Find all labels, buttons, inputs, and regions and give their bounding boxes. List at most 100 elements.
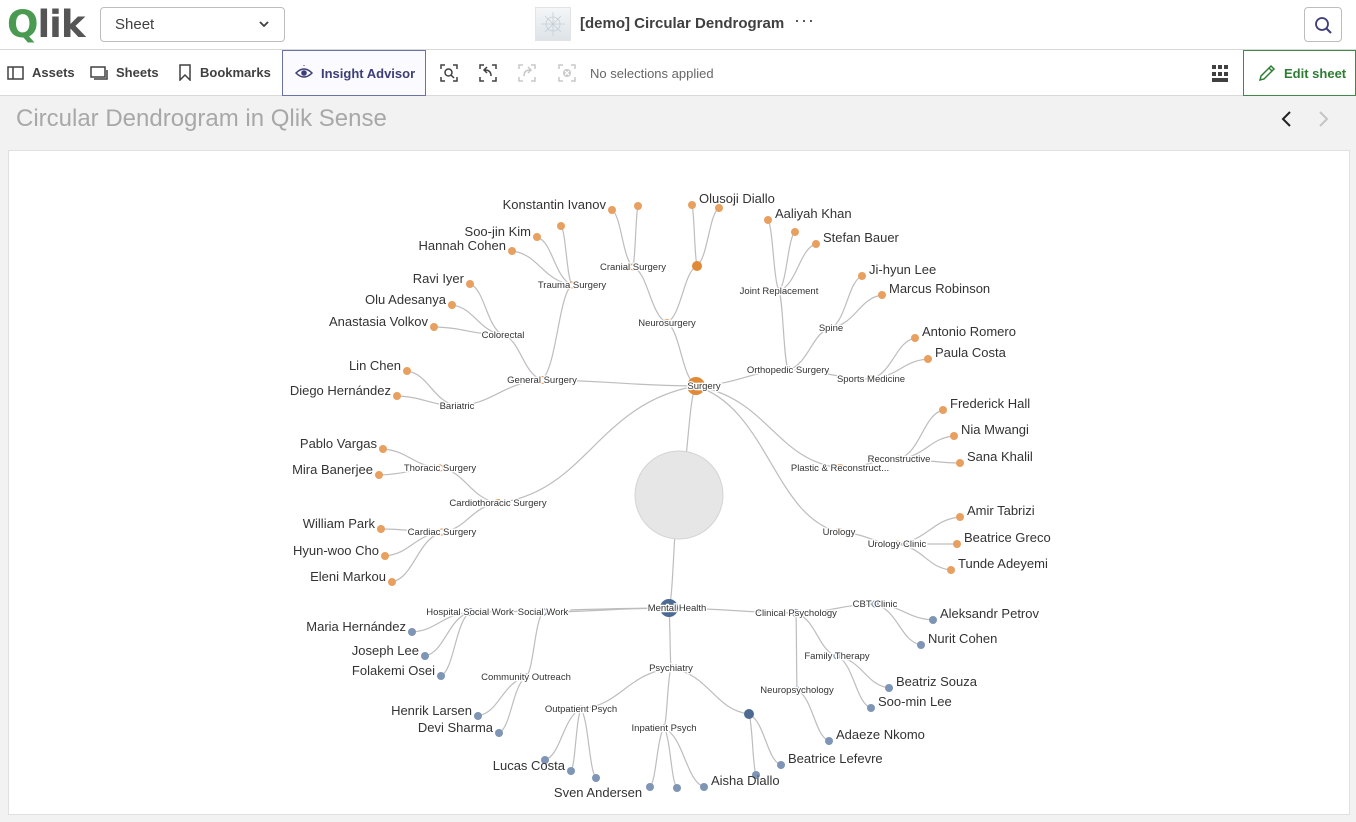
node-m9[interactable] bbox=[646, 783, 654, 791]
node-l22[interactable] bbox=[956, 459, 964, 467]
chevron-down-icon bbox=[259, 21, 269, 28]
category-label: Bariatric bbox=[440, 401, 475, 412]
category-label: Urology Clinic bbox=[868, 539, 927, 550]
category-label: Joint Replacement bbox=[740, 286, 819, 297]
dendrogram-link bbox=[541, 284, 573, 381]
node-m14[interactable] bbox=[929, 616, 937, 624]
node-l5[interactable] bbox=[557, 222, 565, 230]
dendrogram-link bbox=[695, 385, 841, 469]
dendrogram-link bbox=[544, 708, 582, 761]
node-l23[interactable] bbox=[956, 513, 964, 521]
dendrogram-link bbox=[498, 676, 527, 734]
node-l26[interactable] bbox=[379, 445, 387, 453]
node-m11[interactable] bbox=[700, 783, 708, 791]
edit-sheet-button[interactable]: Edit sheet bbox=[1243, 50, 1356, 96]
node-m18[interactable] bbox=[825, 737, 833, 745]
node-l17[interactable] bbox=[878, 291, 886, 299]
node-m5[interactable] bbox=[495, 729, 503, 737]
sheet-title: Circular Dendrogram in Qlik Sense bbox=[16, 105, 387, 132]
dendrogram-link bbox=[795, 612, 838, 657]
node-m7[interactable] bbox=[567, 767, 575, 775]
node-m1[interactable] bbox=[408, 628, 416, 636]
leaf-label: Beatrice Lefevre bbox=[788, 751, 883, 766]
node-l20[interactable] bbox=[939, 406, 947, 414]
leaf-label: Antonio Romero bbox=[922, 324, 1016, 339]
grid-view-icon[interactable] bbox=[1211, 64, 1230, 83]
node-l7[interactable] bbox=[508, 247, 516, 255]
node-neuro_leaf[interactable] bbox=[692, 261, 702, 271]
category-label: Social Work bbox=[518, 607, 569, 618]
node-l11[interactable] bbox=[403, 367, 411, 375]
leaf-label: Stefan Bauer bbox=[823, 230, 900, 245]
top-bar: Qlik Sheet [demo] Circular Dendrogram ··… bbox=[0, 0, 1356, 50]
node-l10[interactable] bbox=[430, 323, 438, 331]
node-m13[interactable] bbox=[777, 761, 785, 769]
node-l25[interactable] bbox=[947, 566, 955, 574]
node-l18[interactable] bbox=[911, 334, 919, 342]
node-m15[interactable] bbox=[917, 641, 925, 649]
node-l14[interactable] bbox=[791, 228, 799, 236]
node-l30[interactable] bbox=[388, 578, 396, 586]
dendrogram-link bbox=[502, 334, 543, 381]
node-l9[interactable] bbox=[448, 301, 456, 309]
dendrogram-link bbox=[666, 265, 698, 324]
node-l29[interactable] bbox=[381, 552, 389, 560]
leaf-label: Sana Khalil bbox=[967, 449, 1033, 464]
leaf-label: Beatrice Greco bbox=[964, 530, 1051, 545]
category-label: Mental Health bbox=[648, 603, 707, 614]
node-m4[interactable] bbox=[474, 712, 482, 720]
root-node[interactable] bbox=[634, 450, 724, 540]
sheet-selector[interactable]: Sheet bbox=[100, 7, 285, 42]
leaf-label: Beatriz Souza bbox=[896, 674, 978, 689]
search-icon bbox=[1315, 17, 1332, 34]
node-l15[interactable] bbox=[812, 240, 820, 248]
dendrogram-link bbox=[525, 611, 544, 678]
node-psy_leaf[interactable] bbox=[744, 709, 754, 719]
qlik-logo[interactable]: Qlik bbox=[7, 6, 85, 44]
node-l16[interactable] bbox=[858, 272, 866, 280]
category-label: Hospital Social Work bbox=[426, 607, 514, 618]
previous-sheet-icon[interactable] bbox=[1278, 109, 1296, 129]
leaf-label: Aaliyah Khan bbox=[775, 206, 852, 221]
node-l1[interactable] bbox=[608, 206, 616, 214]
node-l13[interactable] bbox=[764, 216, 772, 224]
category-label: Orthopedic Surgery bbox=[747, 365, 830, 376]
step-back-icon[interactable] bbox=[478, 63, 498, 83]
node-l21[interactable] bbox=[950, 432, 958, 440]
category-label: CBT Clinic bbox=[853, 599, 898, 610]
category-label: Spine bbox=[819, 323, 843, 334]
node-m8[interactable] bbox=[592, 774, 600, 782]
leaf-label: Ravi Iyer bbox=[413, 271, 465, 286]
insight-advisor-button[interactable]: Insight Advisor bbox=[282, 50, 426, 96]
leaf-label: Soo-min Lee bbox=[878, 694, 952, 709]
node-l2[interactable] bbox=[634, 202, 642, 210]
more-options-button[interactable]: ··· bbox=[794, 10, 815, 31]
node-l8[interactable] bbox=[466, 280, 474, 288]
node-m17[interactable] bbox=[867, 704, 875, 712]
node-m3[interactable] bbox=[437, 672, 445, 680]
node-l19[interactable] bbox=[924, 355, 932, 363]
dendrogram-link bbox=[580, 708, 597, 779]
smart-search-icon[interactable] bbox=[439, 63, 459, 83]
sheets-button[interactable]: Sheets bbox=[90, 50, 159, 95]
leaf-label: Joseph Lee bbox=[352, 643, 419, 658]
category-label: General Surgery bbox=[507, 375, 577, 386]
node-l6[interactable] bbox=[533, 233, 541, 241]
category-label: Neurosurgery bbox=[638, 318, 696, 329]
node-m10[interactable] bbox=[673, 784, 681, 792]
dendrogram-link bbox=[767, 219, 780, 292]
dendrogram-link bbox=[391, 531, 443, 583]
node-m2[interactable] bbox=[421, 652, 429, 660]
category-label: Colorectal bbox=[482, 330, 525, 341]
bookmarks-button[interactable]: Bookmarks bbox=[178, 50, 271, 95]
sheets-label: Sheets bbox=[116, 65, 159, 80]
node-l24[interactable] bbox=[953, 540, 961, 548]
node-m16[interactable] bbox=[885, 684, 893, 692]
node-l3[interactable] bbox=[688, 201, 696, 209]
node-l27[interactable] bbox=[375, 471, 383, 479]
assets-button[interactable]: Assets bbox=[7, 50, 75, 95]
node-l28[interactable] bbox=[377, 525, 385, 533]
leaf-label: Amir Tabrizi bbox=[967, 503, 1035, 518]
search-button[interactable] bbox=[1304, 7, 1342, 42]
node-l12[interactable] bbox=[393, 392, 401, 400]
